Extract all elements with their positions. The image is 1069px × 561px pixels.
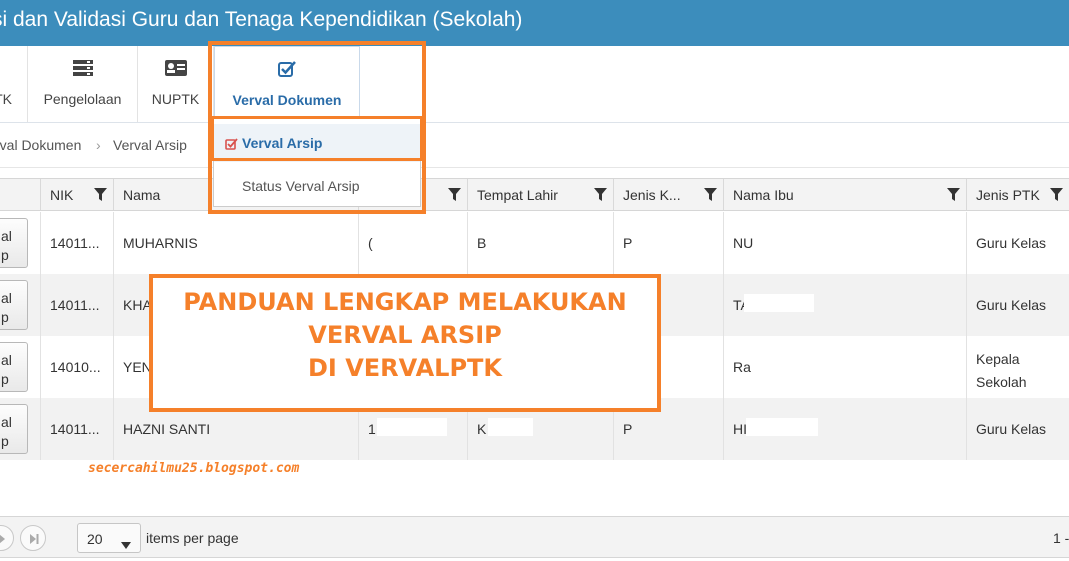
id-card-icon (138, 59, 213, 79)
cell-tempat-lahir: K (477, 421, 487, 437)
breadcrumb-item-verval-arsip: Verval Arsip (113, 137, 187, 153)
column-header-jenis-kelamin[interactable]: Jenis K... (613, 179, 723, 210)
column-header-label: Jenis PTK (976, 187, 1040, 203)
cell-nik: 14010... (50, 359, 101, 375)
toolbar-item-label: TK (0, 91, 12, 107)
cell-nik: 14011... (50, 297, 100, 313)
highlight-frame-verval-arsip (211, 116, 423, 161)
redaction-mask (746, 418, 818, 436)
cell-jenis-ptk: Guru Kelas (976, 235, 1047, 251)
cell-jenis-kelamin: P (623, 235, 633, 251)
banner-line: DI VERVALPTK (307, 354, 503, 382)
column-header-label: Nama (123, 187, 161, 203)
verval-row-button[interactable]: al p (0, 218, 28, 268)
column-header-tempat-lahir[interactable]: Tempat Lahir (467, 179, 613, 210)
verval-row-button[interactable]: al p (0, 342, 28, 392)
cell-nama: YEN (123, 359, 152, 375)
cell-tanggal-lahir: 1 (368, 421, 376, 437)
main-toolbar: TK Pengelolaan NUPTK Verval Dokumen (0, 46, 1069, 123)
column-header-label: Jenis K... (623, 187, 681, 203)
column-header-label: NIK (50, 187, 74, 203)
breadcrumb-separator: › (96, 137, 101, 153)
column-header-jenis-ptk[interactable]: Jenis PTK (966, 179, 1069, 210)
cell-jenis-ptk: Kepala Sekolah (976, 351, 1027, 390)
grid-header: NIK Nama Tempat Lahir Jenis K... Nama Ib… (0, 178, 1069, 211)
tutorial-banner: PANDUAN LENGKAP MELAKUKAN VERVAL ARSIP D… (149, 274, 661, 412)
page-size-select[interactable]: 20 (77, 523, 141, 553)
filter-icon[interactable] (947, 188, 960, 206)
filter-icon[interactable] (1050, 188, 1063, 206)
blog-watermark: secercahilmu25.blogspot.com (88, 461, 300, 476)
toolbar-item-label: NUPTK (151, 91, 200, 107)
app-title: si dan Validasi Guru dan Tenaga Kependid… (0, 8, 523, 31)
redaction-mask (488, 418, 533, 436)
table-row: al p 14011... MUHARNIS ( B P NU Guru Kel… (0, 212, 1069, 274)
breadcrumb-item-verval-dokumen[interactable]: rval Dokumen (0, 137, 81, 153)
cell-nama: HAZNI SANTI (123, 421, 211, 437)
cell-nama-ibu: HI (733, 421, 747, 437)
pager-last-button[interactable] (20, 525, 46, 551)
column-header-label: Nama Ibu (733, 187, 794, 203)
verval-row-button[interactable]: al p (0, 404, 28, 454)
grid-pager: 20 items per page 1 - (0, 516, 1069, 558)
cell-tanggal-lahir: ( (368, 235, 373, 251)
cell-nik: 14011... (50, 235, 100, 251)
server-icon (28, 59, 137, 79)
banner-line: VERVAL ARSIP (308, 321, 502, 349)
page-size-value: 20 (87, 531, 103, 547)
column-header-nama-ibu[interactable]: Nama Ibu (723, 179, 966, 210)
breadcrumb: rval Dokumen › Verval Arsip (0, 124, 1069, 168)
cell-nik: 14011... (50, 421, 100, 437)
cell-jenis-kelamin: P (623, 421, 633, 437)
cell-nama: KHA (123, 297, 152, 313)
cell-tempat-lahir: B (477, 235, 487, 251)
redaction-mask (744, 294, 814, 312)
toolbar-item-nuptk[interactable]: NUPTK (138, 46, 214, 122)
toolbar-item-label: Pengelolaan (43, 91, 122, 107)
pager-range-text: 1 - (1053, 530, 1069, 546)
pager-next-button[interactable] (0, 525, 14, 551)
column-header-nik[interactable]: NIK (40, 179, 113, 210)
toolbar-item-pengelolaan[interactable]: Pengelolaan (28, 46, 138, 122)
toolbar-item-ptk[interactable]: TK (0, 46, 28, 122)
redaction-mask (377, 418, 447, 436)
cell-nama-ibu: NU (733, 235, 754, 251)
items-per-page-label: items per page (146, 530, 239, 546)
verval-row-button[interactable]: al p (0, 280, 28, 330)
filter-icon[interactable] (594, 188, 607, 206)
filter-icon[interactable] (448, 188, 461, 206)
cell-jenis-ptk: Guru Kelas (976, 297, 1047, 313)
filter-icon[interactable] (94, 188, 107, 206)
cell-jenis-ptk: Guru Kelas (976, 421, 1047, 437)
chevron-down-icon (121, 536, 131, 554)
banner-line: PANDUAN LENGKAP MELAKUKAN (183, 288, 627, 316)
filter-icon[interactable] (704, 188, 717, 206)
app-title-bar: si dan Validasi Guru dan Tenaga Kependid… (0, 0, 1069, 46)
cell-nama: MUHARNIS (123, 235, 198, 251)
cell-nama-ibu: Ra (733, 359, 751, 375)
column-header-label: Tempat Lahir (477, 187, 558, 203)
